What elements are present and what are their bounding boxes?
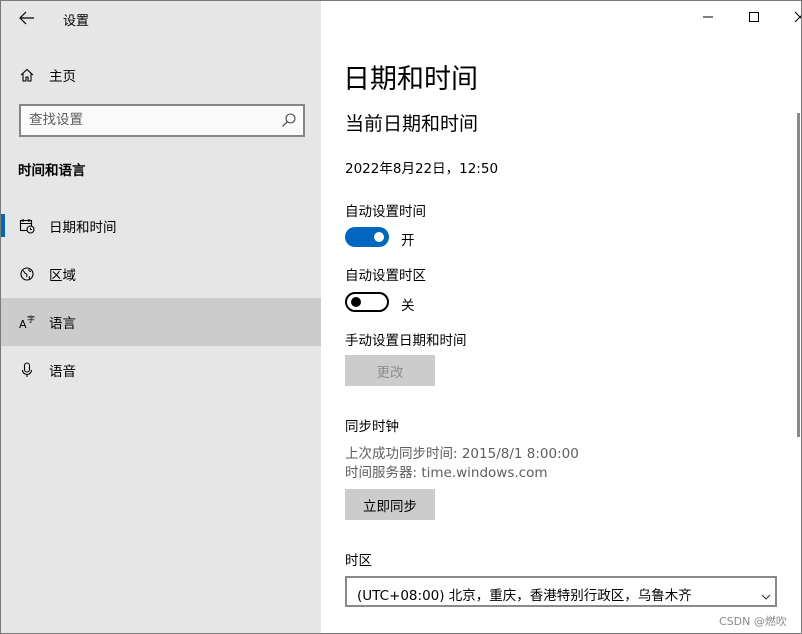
page-title: 日期和时间	[343, 64, 478, 95]
sidebar-item-speech[interactable]: 语音	[1, 346, 321, 394]
svg-text:字: 字	[27, 314, 35, 324]
search-box[interactable]	[19, 104, 305, 137]
sidebar-item-datetime[interactable]: 日期和时间	[1, 202, 321, 250]
app-title: 设置	[63, 14, 90, 29]
language-icon: A字	[17, 312, 37, 332]
sidebar-item-label: 主页	[49, 69, 76, 85]
manual-datetime-label: 手动设置日期和时间	[345, 333, 467, 349]
chevron-down-icon	[761, 587, 771, 600]
auto-time-label: 自动设置时间	[345, 204, 426, 220]
settings-window: 设置 主页 时间和语言 日期和时间 区域	[0, 0, 802, 634]
search-icon[interactable]	[281, 112, 297, 128]
sidebar-item-language[interactable]: A字 语言	[1, 298, 321, 346]
home-icon	[17, 65, 37, 85]
scrollbar[interactable]	[797, 113, 800, 437]
auto-timezone-label: 自动设置时区	[345, 268, 426, 284]
last-sync-text: 上次成功同步时间: 2015/8/1 8:00:00	[345, 446, 579, 462]
current-datetime: 2022年8月22日，12:50	[345, 161, 499, 177]
sidebar-item-label: 语言	[49, 316, 76, 332]
timezone-select[interactable]: (UTC+08:00) 北京，重庆，香港特别行政区，乌鲁木齐	[345, 576, 777, 607]
maximize-icon[interactable]	[731, 1, 777, 33]
toggle-knob	[374, 232, 384, 242]
time-server-text: 时间服务器: time.windows.com	[345, 465, 548, 481]
back-arrow-icon[interactable]	[15, 7, 39, 29]
globe-icon	[17, 264, 37, 284]
toggle-knob	[351, 297, 361, 307]
change-button[interactable]: 更改	[345, 355, 435, 386]
sidebar-item-region[interactable]: 区域	[1, 250, 321, 298]
timezone-value: (UTC+08:00) 北京，重庆，香港特别行政区，乌鲁木齐	[357, 588, 692, 604]
auto-timezone-state: 关	[401, 298, 415, 314]
sidebar: 设置 主页 时间和语言 日期和时间 区域	[1, 1, 321, 633]
sidebar-item-label: 语音	[49, 364, 76, 380]
main-content: 日期和时间 当前日期和时间 2022年8月22日，12:50 自动设置时间 开 …	[321, 1, 801, 633]
microphone-icon	[17, 360, 37, 380]
auto-timezone-toggle[interactable]	[345, 292, 389, 312]
svg-text:A: A	[19, 318, 27, 330]
clock-calendar-icon	[17, 216, 37, 236]
timezone-label: 时区	[345, 553, 372, 569]
sidebar-item-home[interactable]: 主页	[1, 51, 321, 99]
sidebar-item-label: 区域	[49, 268, 76, 284]
minimize-icon[interactable]	[685, 1, 731, 33]
sync-now-button[interactable]: 立即同步	[345, 489, 435, 520]
close-icon[interactable]	[777, 1, 801, 33]
section-subtitle: 当前日期和时间	[345, 113, 479, 135]
auto-time-toggle[interactable]	[345, 227, 389, 247]
search-input[interactable]	[29, 111, 269, 129]
sync-heading: 同步时钟	[345, 419, 399, 435]
sidebar-item-label: 日期和时间	[49, 220, 117, 236]
auto-time-state: 开	[401, 233, 415, 249]
watermark: CSDN @燃吹	[719, 615, 787, 628]
section-heading: 时间和语言	[18, 163, 86, 179]
